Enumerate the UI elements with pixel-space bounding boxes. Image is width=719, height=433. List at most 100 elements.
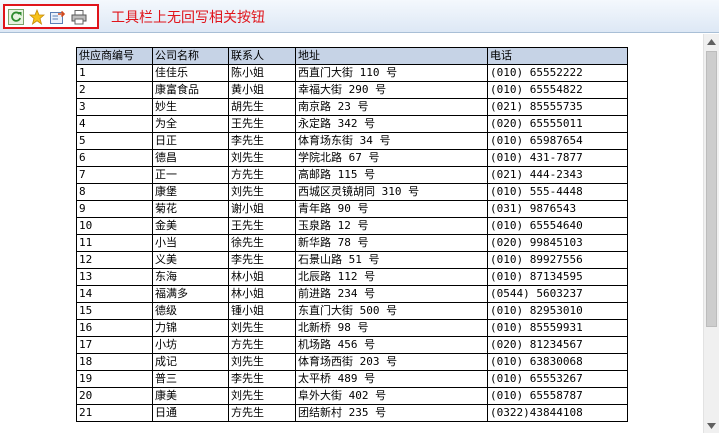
cell-phone: (010) 87134595: [487, 268, 628, 286]
cell-company-name: 力锦: [152, 319, 229, 337]
cell-supplier-id: 11: [76, 234, 153, 252]
print-button[interactable]: [71, 9, 87, 25]
table-row: 19 普三 李先生 太平桥 489 号 (010) 65553267: [76, 370, 628, 388]
export-button[interactable]: [50, 9, 66, 25]
cell-contact: 刘先生: [228, 183, 296, 201]
cell-contact: 李先生: [228, 132, 296, 150]
cell-contact: 刘先生: [228, 319, 296, 337]
table-row: 6 德昌 刘先生 学院北路 67 号 (010) 431-7877: [76, 149, 628, 167]
cell-address: 西直门大街 110 号: [295, 64, 488, 82]
cell-contact: 刘先生: [228, 387, 296, 405]
cell-phone: (031) 9876543: [487, 200, 628, 218]
table-row: 8 康堡 刘先生 西城区灵镜胡同 310 号 (010) 555-4448: [76, 183, 628, 201]
arrow-up-icon: [707, 38, 716, 45]
cell-supplier-id: 7: [76, 166, 153, 184]
cell-supplier-id: 21: [76, 404, 153, 422]
cell-supplier-id: 12: [76, 251, 153, 269]
table-row: 15 德级 锺小姐 东直门大街 500 号 (010) 82953010: [76, 302, 628, 320]
cell-phone: (0322)43844108: [487, 404, 628, 422]
cell-contact: 陈小姐: [228, 64, 296, 82]
cell-supplier-id: 20: [76, 387, 153, 405]
cell-address: 石景山路 51 号: [295, 251, 488, 269]
cell-supplier-id: 4: [76, 115, 153, 133]
cell-supplier-id: 19: [76, 370, 153, 388]
cell-contact: 王先生: [228, 115, 296, 133]
table-row: 20 康美 刘先生 阜外大街 402 号 (010) 65558787: [76, 387, 628, 405]
cell-company-name: 康堡: [152, 183, 229, 201]
cell-phone: (020) 65555011: [487, 115, 628, 133]
header-supplier-id: 供应商编号: [76, 47, 153, 65]
cell-company-name: 康美: [152, 387, 229, 405]
cell-contact: 王先生: [228, 217, 296, 235]
table-row: 13 东海 林小姐 北辰路 112 号 (010) 87134595: [76, 268, 628, 286]
cell-company-name: 佳佳乐: [152, 64, 229, 82]
cell-company-name: 义美: [152, 251, 229, 269]
cell-supplier-id: 18: [76, 353, 153, 371]
cell-contact: 方先生: [228, 166, 296, 184]
header-company-name: 公司名称: [152, 47, 229, 65]
cell-contact: 刘先生: [228, 353, 296, 371]
cell-contact: 方先生: [228, 336, 296, 354]
scroll-thumb[interactable]: [706, 51, 717, 327]
cell-company-name: 日通: [152, 404, 229, 422]
cell-address: 学院北路 67 号: [295, 149, 488, 167]
cell-contact: 林小姐: [228, 285, 296, 303]
cell-phone: (0544) 5603237: [487, 285, 628, 303]
cell-company-name: 普三: [152, 370, 229, 388]
cell-contact: 胡先生: [228, 98, 296, 116]
table-header-row: 供应商编号 公司名称 联系人 地址 电话: [76, 47, 628, 65]
cell-address: 新华路 78 号: [295, 234, 488, 252]
header-contact: 联系人: [228, 47, 296, 65]
scroll-up-button[interactable]: [704, 34, 719, 49]
cell-company-name: 德级: [152, 302, 229, 320]
table-row: 18 成记 刘先生 体育场西街 203 号 (010) 63830068: [76, 353, 628, 371]
header-phone: 电话: [487, 47, 628, 65]
cell-company-name: 为全: [152, 115, 229, 133]
cell-supplier-id: 16: [76, 319, 153, 337]
cell-address: 永定路 342 号: [295, 115, 488, 133]
cell-address: 体育场东街 34 号: [295, 132, 488, 150]
cell-contact: 黄小姐: [228, 81, 296, 99]
toolbar-note: 工具栏上无回写相关按钮: [111, 10, 265, 26]
table-row: 11 小当 徐先生 新华路 78 号 (020) 99845103: [76, 234, 628, 252]
scroll-down-button[interactable]: [704, 418, 719, 433]
table-row: 1 佳佳乐 陈小姐 西直门大街 110 号 (010) 65552222: [76, 64, 628, 82]
table-row: 21 日通 方先生 团结新村 235 号 (0322)43844108: [76, 404, 628, 422]
cell-address: 前进路 234 号: [295, 285, 488, 303]
toolbar-button-group: [3, 4, 99, 29]
cell-address: 体育场西街 203 号: [295, 353, 488, 371]
cell-company-name: 小当: [152, 234, 229, 252]
table-row: 16 力锦 刘先生 北新桥 98 号 (010) 85559931: [76, 319, 628, 337]
cell-contact: 徐先生: [228, 234, 296, 252]
cell-supplier-id: 10: [76, 217, 153, 235]
cell-supplier-id: 1: [76, 64, 153, 82]
table-body: 1 佳佳乐 陈小姐 西直门大街 110 号 (010) 65552222 2 康富食品 黄小姐…: [76, 64, 628, 422]
table-row: 3 妙生 胡先生 南京路 23 号 (021) 85555735: [76, 98, 628, 116]
report-content: 供应商编号 公司名称 联系人 地址 电话 1 佳佳乐 陈小姐 西直门大街 110 号(…: [0, 34, 703, 433]
cell-phone: (020) 81234567: [487, 336, 628, 354]
table-row: 7 正一 方先生 高邮路 115 号 (021) 444-2343: [76, 166, 628, 184]
toolbar: 工具栏上无回写相关按钮: [0, 0, 719, 33]
print-icon: [71, 10, 87, 25]
cell-phone: (021) 85555735: [487, 98, 628, 116]
cell-supplier-id: 9: [76, 200, 153, 218]
cell-phone: (010) 85559931: [487, 319, 628, 337]
cell-company-name: 德昌: [152, 149, 229, 167]
cell-supplier-id: 6: [76, 149, 153, 167]
cell-phone: (010) 431-7877: [487, 149, 628, 167]
favorite-button[interactable]: [29, 9, 45, 25]
cell-address: 高邮路 115 号: [295, 166, 488, 184]
cell-contact: 刘先生: [228, 149, 296, 167]
vertical-scrollbar[interactable]: [703, 34, 719, 433]
cell-phone: (010) 89927556: [487, 251, 628, 269]
refresh-button[interactable]: [8, 9, 24, 25]
cell-phone: (010) 65554640: [487, 217, 628, 235]
cell-company-name: 日正: [152, 132, 229, 150]
table-row: 9 菊花 谢小姐 青年路 90 号 (031) 9876543: [76, 200, 628, 218]
cell-phone: (010) 65552222: [487, 64, 628, 82]
cell-phone: (010) 65558787: [487, 387, 628, 405]
table-row: 10 金美 王先生 玉泉路 12 号 (010) 65554640: [76, 217, 628, 235]
cell-supplier-id: 2: [76, 81, 153, 99]
cell-company-name: 正一: [152, 166, 229, 184]
cell-phone: (010) 63830068: [487, 353, 628, 371]
